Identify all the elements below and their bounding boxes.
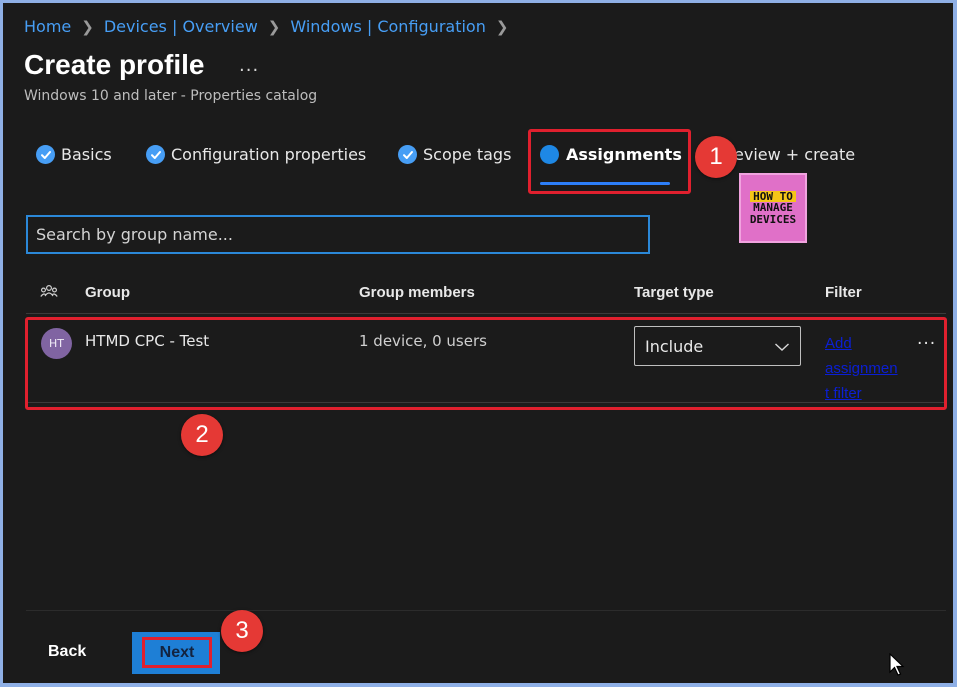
chevron-right-icon: ❯ <box>495 17 509 36</box>
breadcrumb-windows-configuration[interactable]: Windows | Configuration <box>290 17 486 36</box>
breadcrumb-devices-overview[interactable]: Devices | Overview <box>104 17 258 36</box>
group-icon <box>40 284 58 304</box>
more-options-icon[interactable]: ... <box>239 55 259 76</box>
checkmark-icon <box>36 145 55 164</box>
tab-review-create[interactable]: eview + create <box>734 145 855 164</box>
checkmark-icon <box>398 145 417 164</box>
tab-label: eview + create <box>734 145 856 164</box>
column-header-group-members: Group members <box>359 284 475 301</box>
chevron-right-icon: ❯ <box>81 17 94 36</box>
table-divider <box>26 313 946 314</box>
page-title: Create profile <box>24 49 205 80</box>
checkmark-icon <box>146 145 165 164</box>
column-header-target-type: Target type <box>634 284 714 301</box>
tab-label: Basics <box>61 145 112 164</box>
tab-label: Configuration properties <box>171 145 367 164</box>
highlight-box-group-row <box>25 317 947 410</box>
tab-scope-tags[interactable]: Scope tags <box>398 145 511 164</box>
callout-badge-2: 2 <box>181 414 223 456</box>
tab-label: Scope tags <box>423 145 512 164</box>
next-button-label: Next <box>142 637 212 668</box>
back-button[interactable]: Back <box>48 643 86 661</box>
page-subtitle: Windows 10 and later - Properties catalo… <box>24 88 318 104</box>
breadcrumb: Home ❯ Devices | Overview ❯ Windows | Co… <box>24 17 518 36</box>
chevron-right-icon: ❯ <box>267 17 281 36</box>
tab-configuration-properties[interactable]: Configuration properties <box>146 145 366 164</box>
column-header-group: Group <box>85 284 130 301</box>
footer-divider <box>26 610 946 611</box>
tab-basics[interactable]: Basics <box>36 145 112 164</box>
callout-badge-1: 1 <box>695 136 737 178</box>
highlight-box-assignments-tab <box>528 129 691 194</box>
search-input[interactable] <box>26 215 650 254</box>
column-header-filter: Filter <box>825 284 862 301</box>
callout-badge-3: 3 <box>221 610 263 652</box>
how-to-manage-devices-logo: HOW TO MANAGE DEVICES <box>739 173 807 243</box>
mouse-cursor-icon <box>889 652 905 681</box>
breadcrumb-home[interactable]: Home <box>24 17 71 36</box>
app-frame: Home ❯ Devices | Overview ❯ Windows | Co… <box>3 3 953 683</box>
next-button[interactable]: Next <box>132 632 220 674</box>
